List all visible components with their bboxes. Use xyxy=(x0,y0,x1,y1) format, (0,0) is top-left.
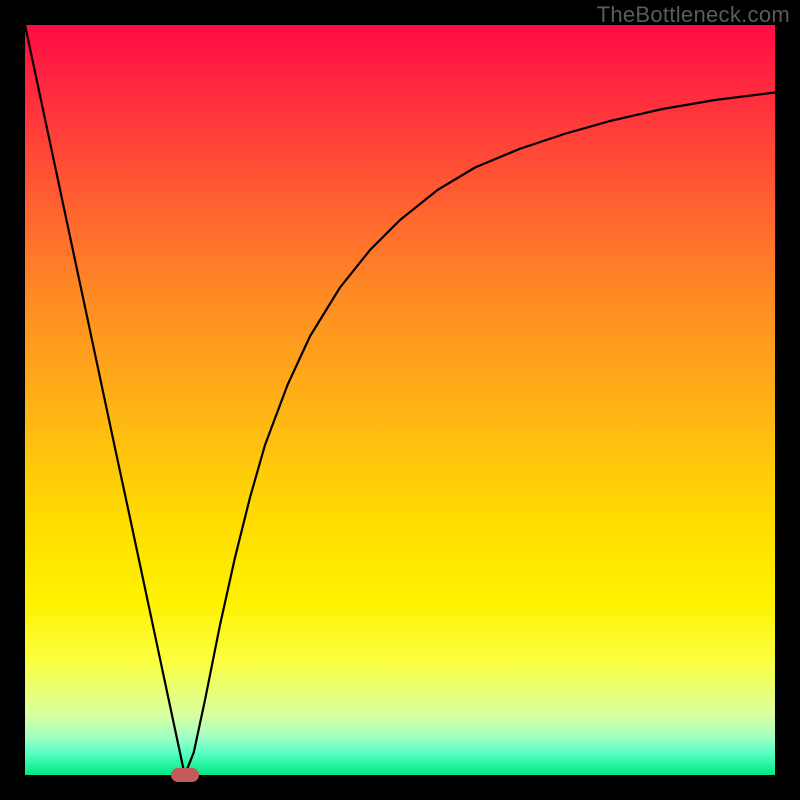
plot-area xyxy=(25,25,775,775)
minimum-marker xyxy=(171,768,199,782)
watermark-text: TheBottleneck.com xyxy=(597,2,790,28)
chart-frame: TheBottleneck.com xyxy=(0,0,800,800)
bottleneck-curve xyxy=(25,25,775,775)
